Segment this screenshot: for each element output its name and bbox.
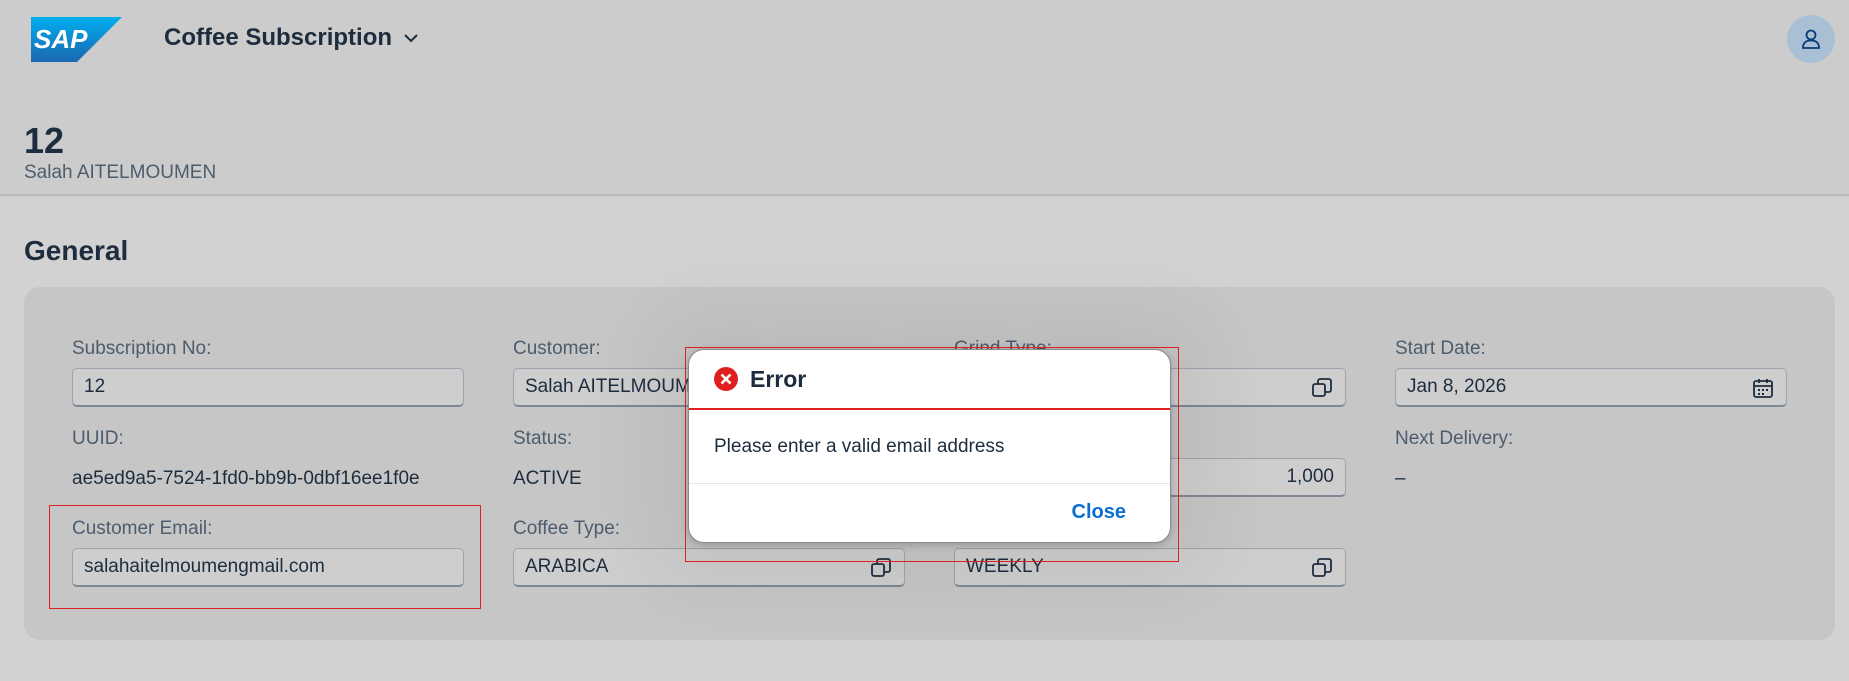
object-title: 12 (24, 120, 65, 161)
value-help-icon[interactable] (1311, 557, 1333, 579)
object-subtitle: Salah AITELMOUMEN (24, 162, 217, 183)
uuid-value: ae5ed9a5-7524-1fd0-bb9b-0dbf16ee1f0e (72, 468, 420, 489)
customer-label: Customer: (513, 338, 601, 359)
coffee-type-value: ARABICA (525, 556, 609, 577)
status-label: Status: (513, 428, 573, 449)
start-date-value: Jan 8, 2026 (1407, 376, 1507, 397)
svg-text:SAP: SAP (34, 24, 88, 54)
section-title: General (24, 235, 129, 266)
chevron-down-icon (404, 34, 418, 43)
status-value: ACTIVE (513, 468, 582, 489)
app-title-menu[interactable]: Coffee Subscription (164, 24, 420, 52)
next-delivery-value: – (1395, 468, 1406, 489)
object-header: 12 Salah AITELMOUMEN (0, 78, 1849, 196)
start-date-field[interactable]: Jan 8, 2026 (1395, 368, 1787, 407)
sap-logo[interactable]: SAP (31, 17, 122, 62)
shell-bar: SAP Coffee Subscription (0, 0, 1849, 78)
email-error-highlight (49, 505, 481, 609)
subscription-no-field[interactable]: 12 (72, 368, 464, 407)
dialog-error-highlight (685, 347, 1179, 562)
next-delivery-label: Next Delivery: (1395, 428, 1514, 449)
start-date-label: Start Date: (1395, 338, 1486, 359)
uuid-label: UUID: (72, 428, 124, 449)
person-icon (1802, 29, 1820, 49)
calendar-icon[interactable] (1752, 377, 1774, 399)
subscription-no-label: Subscription No: (72, 338, 212, 359)
coffee-type-label: Coffee Type: (513, 518, 621, 539)
user-avatar[interactable] (1787, 15, 1835, 63)
app-title: Coffee Subscription (164, 24, 393, 51)
value-help-icon[interactable] (1311, 377, 1333, 399)
